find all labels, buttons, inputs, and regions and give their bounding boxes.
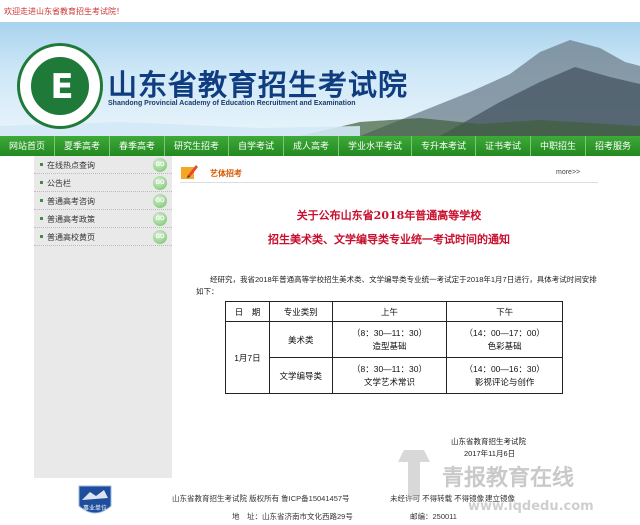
am-time: （8：30—11：30） (352, 327, 427, 338)
sidebar: 在线热点查询 GO 公告栏 GO 普通高考咨询 GO 普通高考政策 GO 普通高校黄页 GO (34, 156, 172, 478)
pm-cell: （14：00—17：00） 色彩基础 (446, 321, 563, 358)
sidebar-item[interactable]: 普通高考咨询 GO (34, 192, 172, 210)
sidebar-item-label: 公告栏 (47, 179, 71, 188)
section-header: 艺体招考 more>> (180, 161, 598, 183)
sidebar-item-label: 普通高考咨询 (47, 197, 95, 206)
sidebar-item[interactable]: 在线热点查询 GO (34, 156, 172, 174)
header-category: 专业类别 (268, 301, 333, 322)
pm-time: （14：00—16：30） (464, 363, 545, 374)
sidebar-item-label: 普通高考政策 (47, 215, 95, 224)
logo-letter: E (50, 67, 74, 107)
go-button-icon[interactable]: GO (153, 230, 167, 244)
site-banner: E 山东省教育招生考试院 Shandong Provincial Academy… (0, 22, 640, 136)
sidebar-item[interactable]: 普通高校黄页 GO (34, 228, 172, 246)
sidebar-item-label: 普通高校黄页 (47, 233, 95, 242)
main-nav: 网站首页 夏季高考 春季高考 研究生招考 自学考试 成人高考 学业水平考试 专升本考试 证书考试… (0, 136, 640, 156)
am-cell: （8：30—11：30） 文学艺术常识 (331, 357, 448, 394)
nav-item[interactable]: 招考服务 (586, 136, 640, 156)
mirror-note: 建立镜像 (485, 494, 515, 503)
sidebar-item[interactable]: 公告栏 GO (34, 174, 172, 192)
go-button-icon[interactable]: GO (153, 212, 167, 226)
nav-item[interactable]: 中职招生 (531, 136, 586, 156)
sidebar-item[interactable]: 普通高考政策 GO (34, 210, 172, 228)
nav-item[interactable]: 夏季高考 (55, 136, 110, 156)
section-title: 艺体招考 (210, 169, 242, 178)
article-body: 经研究，我省2018年普通高等学校招生美术类、文学编导类专业统一考试定于2018… (196, 275, 597, 296)
am-cell: （8：30—11：30） 造型基础 (331, 321, 448, 358)
header-date: 日 期 (225, 301, 270, 322)
public-institution-badge-icon[interactable]: 事业单位 (76, 484, 114, 520)
signature-org: 山东省教育招生考试院 (451, 437, 526, 446)
pm-time: （14：00—17：00） (464, 327, 545, 338)
badge-label: 事业单位 (83, 504, 107, 512)
bullet-icon (40, 217, 43, 220)
nav-item[interactable]: 网站首页 (0, 136, 55, 156)
nav-item[interactable]: 春季高考 (110, 136, 165, 156)
site-subtitle: Shandong Provincial Academy of Education… (108, 100, 356, 107)
copyright-note: 未经许可 不得转载 不得镜像 (390, 494, 485, 503)
nav-item[interactable]: 自学考试 (229, 136, 284, 156)
pm-subject: 色彩基础 (487, 340, 522, 351)
postcode-text: 邮编：250011 (410, 512, 457, 521)
nav-item[interactable]: 证书考试 (476, 136, 531, 156)
nav-item[interactable]: 专升本考试 (412, 136, 476, 156)
sidebar-item-label: 在线热点查询 (47, 161, 95, 170)
am-subject: 文学艺术常识 (363, 376, 415, 387)
exam-schedule-table: 日 期 专业类别 上午 下午 1月7日 美术类 （8：30—11：30） 造型基… (225, 301, 563, 394)
am-subject: 造型基础 (372, 340, 407, 351)
header-am: 上午 (331, 301, 448, 322)
go-button-icon[interactable]: GO (153, 194, 167, 208)
address-text: 地 址：山东省济南市文化西路29号 (232, 512, 353, 521)
article-title-line1: 关于公布山东省2018年普通高等学校 (296, 209, 482, 222)
category-cell: 美术类 (268, 321, 333, 358)
copyright-text: 山东省教育招生考试院 版权所有 鲁ICP备15041457号 (172, 494, 350, 503)
category-cell: 文学编导类 (268, 357, 333, 394)
bullet-icon (40, 199, 43, 202)
bullet-icon (40, 235, 43, 238)
bullet-icon (40, 163, 43, 166)
header-pm: 下午 (446, 301, 563, 322)
pm-subject: 影视评论与创作 (474, 376, 535, 387)
logo-inner-ring: E (29, 55, 91, 117)
welcome-text: 欢迎走进山东省教育招生考试院！ (4, 7, 124, 16)
more-link[interactable]: more>> (556, 169, 580, 176)
pm-cell: （14：00—16：30） 影视评论与创作 (446, 357, 563, 394)
go-button-icon[interactable]: GO (153, 158, 167, 172)
nav-item[interactable]: 成人高考 (284, 136, 339, 156)
nav-item[interactable]: 学业水平考试 (339, 136, 412, 156)
site-title: 山东省教育招生考试院 (108, 68, 409, 102)
signature-date: 2017年11月6日 (464, 449, 516, 458)
pencil-icon (181, 165, 198, 179)
article-title-line2: 招生美术类、文学编导类专业统一考试时间的通知 (268, 233, 510, 246)
site-logo[interactable]: E (17, 43, 103, 129)
main-panel: 艺体招考 more>> 关于公布山东省2018年普通高等学校 招生美术类、文学编… (172, 156, 606, 478)
welcome-bar: 欢迎走进山东省教育招生考试院！ (0, 0, 640, 22)
footer: 事业单位 山东省教育招生考试院 版权所有 鲁ICP备15041457号 未经许可… (0, 478, 640, 525)
nav-item[interactable]: 研究生招考 (165, 136, 229, 156)
bullet-icon (40, 181, 43, 184)
go-button-icon[interactable]: GO (153, 176, 167, 190)
exam-date: 1月7日 (225, 321, 270, 394)
am-time: （8：30—11：30） (352, 363, 427, 374)
